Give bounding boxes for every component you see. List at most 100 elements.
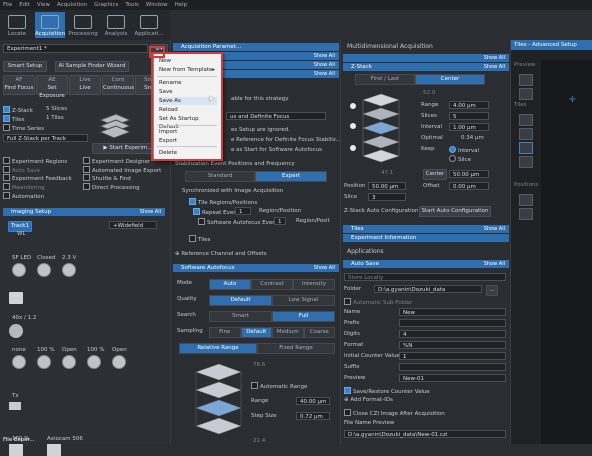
menu-item-6[interactable]: Window [146, 2, 168, 8]
optic-element-icon-1[interactable] [37, 263, 51, 277]
tab-2[interactable]: Processing [68, 12, 98, 38]
save-restore-checkbox[interactable]: Save/Restore Counter Value [344, 387, 430, 395]
tool-button-1[interactable]: AE Set Exposure [36, 75, 68, 99]
mda-row-1[interactable]: Show All [343, 54, 509, 62]
mode-option-2[interactable]: Intensity [293, 279, 335, 290]
zstack-header[interactable]: Z-Stack Show All [343, 63, 509, 71]
range-option-1[interactable]: Fixed Range [257, 343, 335, 354]
tiles-header[interactable]: Tiles Show All [343, 225, 509, 233]
menu-item-1[interactable]: Edit [19, 2, 30, 8]
format-input[interactable]: %N [399, 341, 506, 349]
tile-regions-checkbox[interactable]: Tile Regions/Positions [189, 198, 257, 206]
tab-0[interactable]: Locate [2, 12, 32, 38]
standard-tab[interactable]: Standard [185, 171, 255, 182]
tab-3[interactable]: Analysis [101, 12, 131, 38]
quality-option-1[interactable]: Low Signal [272, 295, 335, 306]
slice-input[interactable]: 3 [368, 193, 406, 201]
sw-af-every-input[interactable]: 1 [274, 217, 286, 225]
menu-item-5[interactable]: Tools [125, 2, 139, 8]
range-input[interactable]: 4.00 µm [449, 101, 489, 109]
folder-input[interactable]: D:\a.gyanin\Dozuki_data [374, 285, 482, 293]
zstack-checkbox[interactable]: Z-Stack [3, 106, 33, 114]
optic-element-icon-0[interactable] [12, 355, 26, 369]
tab-1[interactable]: Acquisition [35, 12, 65, 38]
auto-range-checkbox[interactable]: Automatic Range [251, 382, 307, 390]
acquisition-parameters-header[interactable]: Acquisition Paramet... [173, 43, 339, 51]
optic-element-icon-3[interactable] [87, 355, 101, 369]
software-autofocus-header[interactable]: Software Autofocus Show All [173, 264, 339, 272]
tool-button-2[interactable]: Live Live [69, 75, 101, 95]
browse-folder-button[interactable]: … [486, 285, 498, 296]
stage-view[interactable] [541, 60, 592, 444]
axiocam-icon[interactable] [47, 444, 61, 456]
sampling-option-3[interactable]: Coarse [303, 327, 335, 338]
search-option-1[interactable]: Full [272, 311, 335, 322]
option-auto-save[interactable]: Auto Save [3, 165, 40, 174]
range-option-0[interactable]: Relative Range [179, 343, 257, 354]
search-option-0[interactable]: Smart [209, 311, 272, 322]
sampling-option-2[interactable]: Medium [272, 327, 304, 338]
option-meandering[interactable]: Meandering [3, 183, 45, 191]
option-experiment-designer[interactable]: Experiment Designer [83, 157, 150, 165]
name-input[interactable]: New [399, 308, 506, 316]
preview-tool-2[interactable] [519, 88, 533, 100]
tiles-advanced-tab[interactable]: Tiles - Advanced Setup [514, 42, 577, 48]
tiles-checkbox[interactable]: Tiles [3, 115, 25, 123]
close-czi-checkbox[interactable]: Close CZI Image After Acquisition [344, 409, 445, 417]
mode-option-1[interactable]: Contrast [251, 279, 293, 290]
menu-item-2[interactable]: View [37, 2, 50, 8]
sample-finder-button[interactable]: AI Sample Finder Wizard [55, 61, 129, 72]
option-automation[interactable]: Automation [3, 191, 44, 200]
center-button[interactable]: Center [423, 169, 447, 180]
objective-icon[interactable] [9, 292, 23, 304]
expert-tab[interactable]: Expert [255, 171, 327, 182]
repeat-every-input[interactable]: 1 [235, 207, 251, 215]
menu-item-0[interactable]: File [3, 2, 12, 8]
menu-item-7[interactable]: Help [175, 2, 188, 8]
center-tab[interactable]: Center [415, 74, 485, 85]
keep-slice-radio[interactable]: Slice [449, 155, 471, 163]
auto-save-header[interactable]: Auto Save Show All [343, 260, 509, 268]
interval-input[interactable]: 1.00 µm [449, 123, 489, 131]
sampling-option-0[interactable]: Fine [209, 327, 241, 338]
experiment-select[interactable]: Experiment1 * [3, 44, 148, 53]
tiles-sync-checkbox[interactable]: Tiles [189, 235, 211, 243]
mode-option-0[interactable]: Auto [209, 279, 251, 290]
camera-icon[interactable] [9, 444, 23, 456]
sw-af-every-checkbox[interactable]: Software Autofocus Every [198, 218, 278, 226]
digits-select[interactable]: 4 [399, 330, 506, 338]
initial-counter-input[interactable]: 1 [399, 352, 506, 360]
suffix-input[interactable] [399, 363, 506, 371]
optic-element-icon-4[interactable] [112, 355, 126, 369]
auto-subfolder-checkbox[interactable]: Automatic Sub-Folder [344, 298, 412, 306]
center-input[interactable]: 50.00 µm [449, 170, 489, 178]
optimal-button[interactable]: Optimal [421, 135, 443, 141]
optic-element-icon-1[interactable] [37, 355, 51, 369]
widefield-select[interactable]: +Widefield [109, 221, 157, 229]
step-input[interactable]: 0.72 µm [296, 412, 330, 420]
optic-element-icon-2[interactable] [62, 263, 76, 277]
tiles-tool-4[interactable] [519, 156, 533, 168]
position-input[interactable]: 50.00 µm [368, 182, 406, 190]
positions-tool-1[interactable] [519, 194, 533, 206]
imaging-setup-header[interactable]: Imaging Setup Show All [3, 208, 165, 216]
first-last-tab[interactable]: First / Last [355, 74, 415, 85]
add-format-ids-button[interactable]: ⊕ Add Format-IDs [344, 397, 393, 403]
focus-strategy-select[interactable]: us and Definite Focus [226, 112, 326, 120]
option-automated-image-export[interactable]: Automated Image Export [83, 165, 161, 174]
offset-input[interactable]: 0.00 µm [449, 182, 489, 190]
repeat-every-checkbox[interactable]: Repeat Every [193, 208, 239, 216]
optic-element-icon-0[interactable] [12, 263, 26, 277]
tab-4[interactable]: Applicati... [134, 12, 164, 38]
start-auto-config-button[interactable]: Start Auto Configuration [419, 206, 491, 217]
keep-interval-radio[interactable]: Interval [449, 146, 479, 154]
option-experiment-regions[interactable]: Experiment Regions [3, 157, 67, 165]
tool-button-0[interactable]: AF Find Focus [3, 75, 35, 95]
tx-icon[interactable] [9, 402, 21, 410]
experiment-info-header[interactable]: Experiment Information [343, 234, 509, 242]
menu-item-3[interactable]: Acquisition [57, 2, 87, 8]
store-locally-select[interactable]: Store Locally [344, 273, 506, 281]
timeseries-checkbox[interactable]: Time Series [3, 124, 44, 132]
optic-element-icon-2[interactable] [62, 355, 76, 369]
reference-channel-label[interactable]: ⊕ Reference Channel and Offsets [175, 251, 267, 257]
